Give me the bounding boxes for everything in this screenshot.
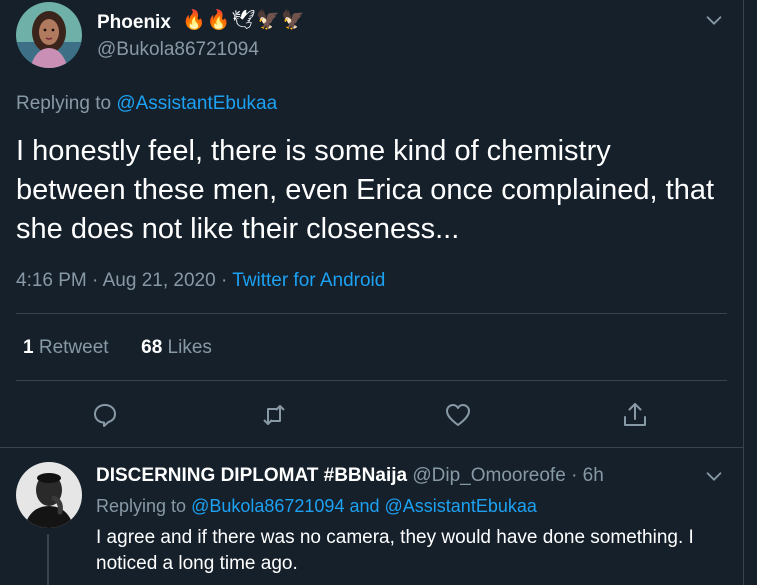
divider [16,380,727,381]
like-count: 68 [141,337,163,358]
user-handle[interactable]: @Bukola86721094 [97,39,259,61]
replying-to-and: and [344,496,385,516]
replying-to-link[interactable]: @AssistantEbukaa [385,496,537,516]
tweet-time[interactable]: 4:16 PM [16,270,87,291]
name-emoji-badges: 🔥🔥🕊🦅🦅 [182,10,306,31]
reply-header: DISCERNING DIPLOMAT #BBNaija @Dip_Omoore… [96,465,604,487]
tweet-date[interactable]: Aug 21, 2020 [103,270,216,291]
reply-separator-dot: · [571,465,578,486]
tweet-text: I honestly feel, there is some kind of c… [16,135,715,245]
reply-age[interactable]: 6h [583,465,604,486]
thread-line [47,534,49,585]
reply-display-name[interactable]: DISCERNING DIPLOMAT #BBNaija [96,465,407,486]
meta-separator: · [220,270,228,291]
likes-stat[interactable]: 68 Likes [141,337,212,358]
like-label: Likes [167,337,212,358]
tweet-stats: 1 Retweet 68 Likes [23,337,212,359]
retweet-count: 1 [23,337,34,358]
tweet-meta: 4:16 PM · Aug 21, 2020 · Twitter for And… [16,270,385,292]
retweet-label: Retweet [38,337,109,358]
replying-to: Replying to @AssistantEbukaa [16,93,277,115]
tweet-detail-panel: Phoenix 🔥🔥🕊🦅🦅 @Bukola86721094 Replying t… [0,0,744,585]
chevron-down-icon[interactable] [703,465,725,487]
reply-handle[interactable]: @Dip_Omooreofe [412,465,565,486]
share-icon[interactable] [620,400,650,430]
like-icon[interactable] [443,400,473,430]
replying-to-link[interactable]: @Bukola86721094 [191,496,344,516]
reply-replying-to: Replying to @Bukola86721094 and @Assista… [96,496,537,517]
replying-to-label: Replying to [96,496,192,516]
divider [0,447,743,448]
divider [16,313,727,314]
chevron-down-icon[interactable] [703,9,725,31]
display-name[interactable]: Phoenix [97,12,171,34]
reply-icon[interactable] [90,400,120,430]
retweet-icon[interactable] [259,400,289,430]
replying-to-link[interactable]: @AssistantEbukaa [116,93,277,114]
retweets-stat[interactable]: 1 Retweet [23,337,109,358]
meta-separator: · [92,270,99,291]
reply-text: I agree and if there was no camera, they… [96,527,694,574]
replying-to-label: Replying to [16,93,117,114]
reply-avatar[interactable] [16,462,82,528]
avatar[interactable] [16,2,82,68]
tweet-source[interactable]: Twitter for Android [232,270,385,291]
